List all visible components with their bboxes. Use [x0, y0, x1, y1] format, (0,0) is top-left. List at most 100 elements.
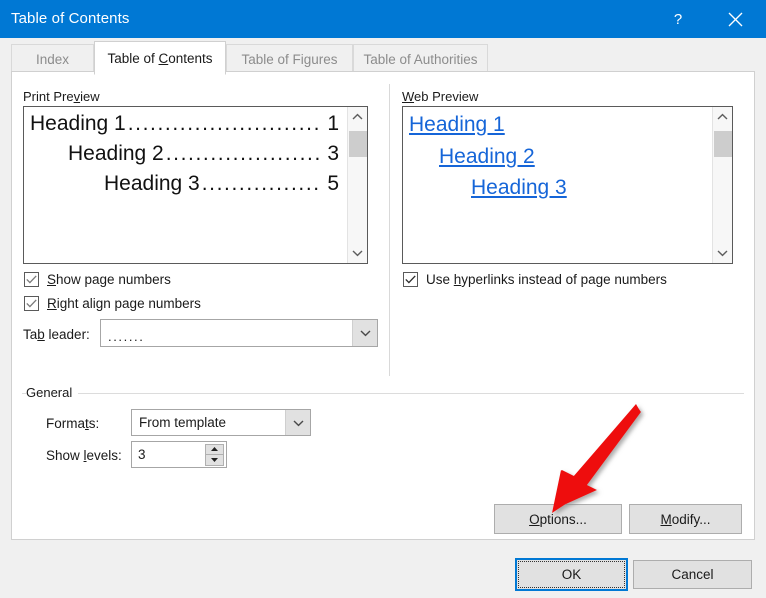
tab-table-of-contents[interactable]: Table of Contents — [94, 41, 226, 75]
chevron-down-icon[interactable] — [352, 320, 377, 346]
chevron-down-icon[interactable] — [348, 243, 367, 263]
help-button[interactable]: ? — [655, 0, 701, 38]
label-part: s: — [89, 416, 100, 431]
column-divider — [389, 84, 390, 376]
formats-value: From template — [132, 415, 285, 430]
ok-button-label: OK — [518, 561, 625, 588]
checkbox-box[interactable] — [24, 296, 39, 311]
close-icon — [728, 12, 743, 27]
checkbox-show-page-numbers[interactable]: Show page numbers — [24, 272, 171, 287]
label-part: Show — [46, 448, 84, 463]
label-part: odify... — [672, 512, 711, 527]
show-levels-value[interactable]: 3 — [132, 442, 205, 467]
tab-index[interactable]: Index — [11, 44, 94, 74]
tab-label: Table of Authorities — [363, 52, 477, 67]
stepper-buttons — [205, 444, 224, 466]
cancel-button[interactable]: Cancel — [633, 560, 752, 589]
web-preview-content: Heading 1 Heading 2 Heading 3 — [403, 107, 712, 263]
tab-leader-label: Tab leader: — [23, 327, 90, 342]
checkbox-label: Use hyperlinks instead of page numbers — [426, 272, 667, 287]
checkmark-icon — [405, 275, 416, 284]
formats-dropdown[interactable]: From template — [131, 409, 311, 436]
general-section-rule — [22, 393, 744, 394]
label-mnemonic: O — [529, 512, 540, 527]
label-part: how page numbers — [56, 272, 171, 287]
checkbox-box[interactable] — [24, 272, 39, 287]
web-preview-link[interactable]: Heading 2 — [439, 141, 535, 173]
button-label: Modify... — [660, 512, 710, 527]
label-mnemonic: R — [47, 296, 57, 311]
entry-text: Heading 3 — [104, 169, 200, 199]
web-preview-box: Heading 1 Heading 2 Heading 3 — [402, 106, 733, 264]
web-preview-scrollbar[interactable] — [712, 107, 732, 263]
print-preview-scrollbar[interactable] — [347, 107, 367, 263]
entry-dot-leader: ..................................... — [202, 169, 322, 199]
label-part: iew — [80, 89, 100, 104]
close-button[interactable] — [712, 0, 758, 38]
checkmark-icon — [26, 275, 37, 284]
checkmark-icon — [26, 299, 37, 308]
formats-label: Formats: — [46, 416, 99, 431]
show-levels-label: Show levels: — [46, 448, 122, 463]
ok-button[interactable]: OK — [515, 558, 628, 591]
label-part: leader: — [45, 327, 90, 342]
label-mnemonic: M — [660, 512, 671, 527]
question-mark-icon: ? — [674, 11, 682, 28]
print-preview-entry: Heading 2...............................… — [30, 139, 339, 169]
scrollbar-thumb[interactable] — [349, 131, 367, 157]
spinner-down-icon[interactable] — [205, 455, 224, 466]
label-part: evels: — [87, 448, 122, 463]
table-of-contents-dialog: Table of Contents ? Index Table of Conte… — [0, 0, 766, 598]
entry-dot-leader: ........................................… — [128, 109, 322, 139]
print-preview-content: Heading 1...............................… — [24, 107, 347, 263]
label-part: eb Preview — [414, 89, 478, 104]
title-bar: Table of Contents ? — [0, 0, 766, 38]
checkbox-use-hyperlinks[interactable]: Use hyperlinks instead of page numbers — [403, 272, 667, 287]
window-title: Table of Contents — [11, 10, 129, 27]
button-label: Options... — [529, 512, 587, 527]
web-preview-link[interactable]: Heading 3 — [471, 172, 567, 204]
label-mnemonic: S — [47, 272, 56, 287]
label-part: ight align page numbers — [57, 296, 201, 311]
tab-table-of-figures[interactable]: Table of Figures — [226, 44, 353, 74]
label-part: yperlinks instead of page numbers — [461, 272, 667, 287]
spinner-up-icon[interactable] — [205, 444, 224, 455]
scrollbar-thumb[interactable] — [714, 131, 732, 157]
show-levels-stepper[interactable]: 3 — [131, 441, 227, 468]
print-preview-box: Heading 1...............................… — [23, 106, 368, 264]
checkbox-right-align-page-numbers[interactable]: Right align page numbers — [24, 296, 201, 311]
tab-label: Table of Contents — [107, 51, 212, 66]
label-mnemonic: W — [402, 89, 414, 104]
entry-text: Heading 1 — [30, 109, 126, 139]
print-preview-entry: Heading 3...............................… — [30, 169, 339, 199]
label-part: ptions... — [540, 512, 587, 527]
tab-leader-dropdown[interactable]: ....... — [100, 319, 378, 347]
chevron-down-icon[interactable] — [285, 410, 310, 435]
chevron-up-icon[interactable] — [713, 107, 732, 127]
entry-dot-leader: ........................................… — [166, 139, 322, 169]
label-part: Print Pre — [23, 89, 74, 104]
label-part: Forma — [46, 416, 85, 431]
general-section-label: General — [26, 385, 78, 400]
checkbox-box[interactable] — [403, 272, 418, 287]
tab-label: Index — [36, 52, 69, 67]
entry-text: Heading 2 — [68, 139, 164, 169]
label-mnemonic: b — [37, 327, 45, 342]
print-preview-entry: Heading 1...............................… — [30, 109, 339, 139]
entry-page-number: 5 — [323, 169, 339, 199]
web-preview-link[interactable]: Heading 1 — [409, 109, 505, 141]
tab-strip: Index Table of Contents Table of Figures… — [0, 38, 766, 74]
modify-button[interactable]: Modify... — [629, 504, 742, 534]
tab-table-of-authorities[interactable]: Table of Authorities — [353, 44, 488, 74]
options-button[interactable]: Options... — [494, 504, 622, 534]
label-part: Ta — [23, 327, 37, 342]
checkbox-label: Right align page numbers — [47, 296, 201, 311]
chevron-down-icon[interactable] — [713, 243, 732, 263]
chevron-up-icon[interactable] — [348, 107, 367, 127]
tab-label: Table of Figures — [241, 52, 337, 67]
entry-page-number: 1 — [323, 109, 339, 139]
button-label: Cancel — [671, 567, 713, 582]
label-part: Use — [426, 272, 454, 287]
tab-leader-value: ....... — [101, 329, 352, 344]
web-preview-label: Web Preview — [402, 89, 478, 104]
